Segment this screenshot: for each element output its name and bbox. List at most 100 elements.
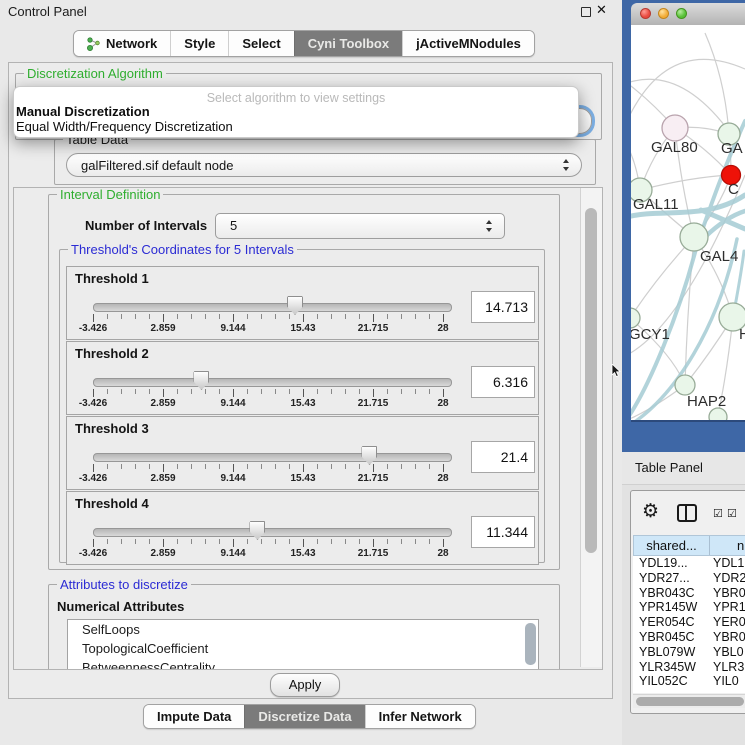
threshold-value-field[interactable]: 14.713: [471, 291, 535, 323]
list-scrollbar-thumb[interactable]: [525, 623, 536, 665]
zoom-traffic-light[interactable]: [676, 8, 687, 19]
mouse-cursor: [611, 364, 622, 378]
checkbox-checked-icon[interactable]: ☑: [713, 507, 723, 520]
scale-tick: [443, 389, 444, 397]
table-row[interactable]: YPR145WYPR1: [633, 600, 745, 615]
table-cell: YLR345W: [639, 660, 696, 674]
scale-tick: [261, 464, 262, 469]
tab-style[interactable]: Style: [170, 31, 228, 56]
scale-tick: [317, 314, 318, 319]
threshold-value-field[interactable]: 6.316: [471, 366, 535, 398]
list-item[interactable]: SelfLoops: [68, 620, 538, 639]
tab-discretize-data-label: Discretize Data: [258, 709, 351, 724]
scale-tick-label: 9.144: [220, 548, 245, 559]
table-row[interactable]: YBR043CYBR0: [633, 586, 745, 601]
table-data-combo[interactable]: galFiltered.sif default node: [66, 153, 582, 177]
node-label-gal4: GAL4: [700, 248, 738, 265]
node-gal80[interactable]: [662, 115, 688, 141]
scale-tick: [317, 539, 318, 544]
threshold-value-field[interactable]: 11.344: [471, 516, 535, 548]
interval-definition-group: Interval Definition Number of Intervals …: [48, 194, 560, 570]
tab-infer-network[interactable]: Infer Network: [365, 705, 475, 728]
tab-impute-data[interactable]: Impute Data: [144, 705, 244, 728]
table-cell: YBR0: [713, 630, 745, 644]
tab-discretize-data[interactable]: Discretize Data: [244, 705, 364, 728]
scale-tick: [93, 539, 94, 547]
control-panel: Control Panel ✕ Network Style Select Cyn…: [0, 0, 622, 745]
table-row[interactable]: YLR345WYLR3: [633, 660, 745, 675]
scale-tick: [191, 314, 192, 319]
scale-tick: [359, 539, 360, 544]
threshold-panel: Threshold 2 -3.4262.8599.14415.4321.7152…: [66, 341, 539, 415]
network-canvas[interactable]: GAL80 GA C GAL11 GAL4 GCY1 H HAP2: [631, 25, 745, 422]
scale-tick-label: -3.426: [79, 323, 107, 334]
scale-tick: [359, 389, 360, 394]
scale-tick: [331, 464, 332, 469]
tab-network-label: Network: [106, 36, 157, 51]
column-header-shared-name[interactable]: shared...: [634, 538, 709, 553]
tab-cyni-toolbox[interactable]: Cyni Toolbox: [294, 31, 402, 56]
table-row[interactable]: YDR27...YDR2: [633, 571, 745, 586]
scale-tick-label: 2.859: [150, 398, 175, 409]
vertical-scrollbar[interactable]: [580, 188, 602, 667]
table-cell: YBR0: [713, 586, 745, 600]
node-gal4[interactable]: [680, 223, 708, 251]
cyni-toolbox-content: Discretization Algorithm Table Data galF…: [8, 62, 613, 699]
columns-icon[interactable]: [677, 504, 697, 522]
scale-tick: [219, 389, 220, 394]
network-window-titlebar[interactable]: [631, 3, 745, 26]
checkbox-checked-icon[interactable]: ☑: [727, 507, 737, 520]
scale-tick: [303, 389, 304, 397]
table-row[interactable]: YBL079WYBL0: [633, 645, 745, 660]
horizontal-scrollbar[interactable]: [633, 694, 745, 708]
threshold-value-field[interactable]: 21.4: [471, 441, 535, 473]
apply-button[interactable]: Apply: [270, 673, 340, 697]
table-row[interactable]: YDL19...YDL1: [633, 556, 745, 571]
table-row[interactable]: YIL052CYIL0: [633, 674, 745, 689]
close-icon[interactable]: ✕: [596, 3, 607, 18]
tab-cyni-toolbox-label: Cyni Toolbox: [308, 36, 389, 51]
scale-tick-label: 28: [437, 473, 448, 484]
scrollbar-thumb[interactable]: [636, 697, 744, 706]
table-row[interactable]: YER054CYER0: [633, 615, 745, 630]
gear-icon[interactable]: ⚙: [642, 500, 659, 522]
scale-tick: [163, 539, 164, 547]
node-label-hap2: HAP2: [687, 393, 726, 410]
tab-jactivemnodules[interactable]: jActiveMNodules: [402, 31, 534, 56]
scale-tick-label: 21.715: [358, 323, 389, 334]
scale-tick: [93, 464, 94, 472]
scale-tick: [107, 539, 108, 544]
list-item[interactable]: TopologicalCoefficient: [68, 639, 538, 658]
scale-tick: [205, 389, 206, 394]
tab-network[interactable]: Network: [74, 31, 170, 56]
number-of-intervals-combo[interactable]: 5: [215, 213, 505, 239]
menu-item-manual-discretization[interactable]: Manual Discretization: [16, 104, 150, 119]
scale-tick: [261, 389, 262, 394]
scale-tick-label: 21.715: [358, 548, 389, 559]
table-row[interactable]: YBR045CYBR0: [633, 630, 745, 645]
menu-item-equal-width-frequency[interactable]: Equal Width/Frequency Discretization: [16, 119, 233, 134]
scale-tick: [401, 464, 402, 469]
scale-tick: [191, 464, 192, 469]
scale-tick-label: 15.43: [290, 398, 315, 409]
scale-tick-label: 2.859: [150, 323, 175, 334]
node-label-gal11: GAL11: [633, 196, 679, 213]
node-hap2[interactable]: [675, 375, 695, 395]
table-header-row: shared... n...: [633, 535, 745, 556]
column-divider[interactable]: [709, 536, 710, 555]
table-cell: YDL19...: [639, 556, 688, 570]
tab-select[interactable]: Select: [228, 31, 293, 56]
settings-scroll-panel: Interval Definition Number of Intervals …: [13, 187, 603, 670]
scale-tick-label: -3.426: [79, 473, 107, 484]
float-window-icon[interactable]: [581, 7, 591, 17]
scale-tick: [219, 464, 220, 469]
scrollbar-thumb[interactable]: [585, 208, 597, 553]
column-header-name[interactable]: n...: [737, 538, 745, 553]
close-traffic-light[interactable]: [640, 8, 651, 19]
scale-tick: [331, 314, 332, 319]
node-label-h: H: [739, 326, 745, 343]
minimize-traffic-light[interactable]: [658, 8, 669, 19]
list-item[interactable]: BetweennessCentrality: [68, 658, 538, 670]
scale-tick: [303, 464, 304, 472]
scale-tick: [303, 539, 304, 547]
